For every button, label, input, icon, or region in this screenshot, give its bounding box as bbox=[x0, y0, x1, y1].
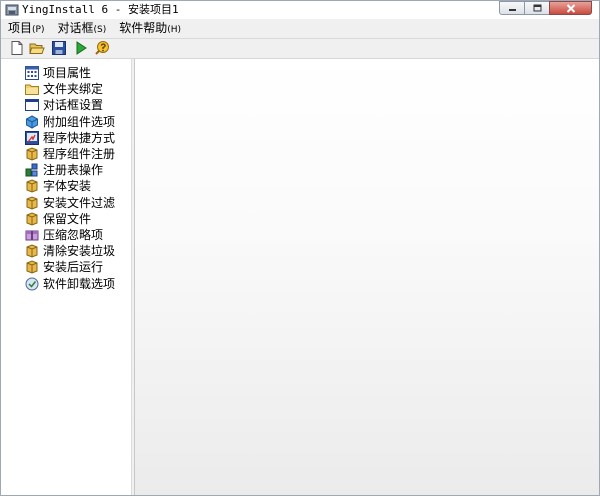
tree-item-compress-ignore[interactable]: 压缩忽略项 bbox=[25, 227, 131, 243]
tree-item-project-properties[interactable]: 项目属性 bbox=[25, 65, 131, 81]
tree-item-dialog-settings[interactable]: 对话框设置 bbox=[25, 97, 131, 113]
menu-project-accel: (P) bbox=[32, 24, 45, 35]
run-play-icon bbox=[76, 41, 87, 55]
tree-item-label: 文件夹绑定 bbox=[43, 82, 104, 97]
addon-component-icon bbox=[26, 115, 38, 129]
toolbar bbox=[1, 39, 599, 59]
minimize-button[interactable] bbox=[499, 1, 525, 15]
dialog-window-icon bbox=[25, 99, 39, 112]
close-button[interactable] bbox=[549, 1, 592, 15]
project-properties-icon bbox=[25, 66, 39, 81]
tree-item-label: 程序组件注册 bbox=[43, 147, 116, 162]
tree-item-keep-files[interactable]: 保留文件 bbox=[25, 211, 131, 227]
tree-item-label: 附加组件选项 bbox=[43, 114, 116, 129]
window-title: YingInstall 6 - 安装项目1 bbox=[22, 3, 179, 16]
tree-item-label: 安装后运行 bbox=[43, 260, 104, 275]
maximize-button[interactable] bbox=[524, 1, 550, 15]
menu-dialog[interactable]: 对话框(S) bbox=[50, 20, 112, 39]
new-button[interactable] bbox=[9, 40, 25, 56]
close-icon bbox=[566, 3, 575, 13]
tree-item-label: 程序快捷方式 bbox=[43, 130, 116, 145]
tree-item-label: 保留文件 bbox=[43, 211, 92, 226]
menu-help-label: 软件帮助 bbox=[119, 20, 168, 35]
tree-item-label: 软件卸载选项 bbox=[43, 276, 116, 291]
content-pane bbox=[134, 59, 599, 495]
open-button[interactable] bbox=[29, 40, 45, 56]
app-icon bbox=[5, 4, 19, 16]
tree-item-clean-junk[interactable]: 清除安装垃圾 bbox=[25, 243, 131, 259]
tree-item-label: 项目属性 bbox=[43, 66, 92, 81]
keep-file-icon bbox=[26, 212, 38, 226]
menu-help[interactable]: 软件帮助(H) bbox=[112, 20, 187, 39]
new-document-icon bbox=[11, 41, 23, 55]
shortcut-icon bbox=[25, 130, 39, 145]
compress-ignore-icon bbox=[25, 230, 39, 241]
application-window: YingInstall 6 - 安装项目1 项目(P) 对话框(S) 软件帮助(… bbox=[0, 0, 600, 496]
menu-dialog-accel: (S) bbox=[93, 24, 107, 35]
tree-item-label: 安装文件过滤 bbox=[43, 195, 116, 210]
font-install-icon bbox=[26, 179, 38, 193]
tree-item-registry[interactable]: 注册表操作 bbox=[25, 162, 131, 178]
maximize-icon bbox=[533, 4, 541, 12]
tree-item-file-filter[interactable]: 安装文件过滤 bbox=[25, 195, 131, 211]
tree-item-font-install[interactable]: 字体安装 bbox=[25, 178, 131, 194]
folder-icon bbox=[25, 84, 39, 96]
save-button[interactable] bbox=[51, 40, 67, 56]
tree-item-uninstall-options[interactable]: 软件卸载选项 bbox=[25, 275, 131, 291]
run-button[interactable] bbox=[73, 40, 89, 56]
open-folder-icon bbox=[29, 43, 45, 54]
menu-bar: 项目(P) 对话框(S) 软件帮助(H) bbox=[1, 20, 599, 39]
caption-buttons bbox=[499, 1, 592, 16]
help-icon bbox=[95, 41, 109, 55]
save-disk-icon bbox=[52, 41, 66, 55]
tree-item-component-register[interactable]: 程序组件注册 bbox=[25, 146, 131, 162]
clean-junk-icon bbox=[26, 244, 38, 258]
uninstall-options-icon bbox=[25, 277, 39, 291]
tree-item-label: 字体安装 bbox=[43, 179, 92, 194]
help-button[interactable] bbox=[94, 40, 110, 56]
menu-project-label: 项目 bbox=[8, 20, 33, 35]
tree-item-run-after-install[interactable]: 安装后运行 bbox=[25, 259, 131, 275]
tree-item-label: 对话框设置 bbox=[43, 98, 104, 113]
run-after-install-icon bbox=[26, 260, 38, 274]
tree-list: 项目属性 文件夹绑定 对话框设置 附加组件选项 程序快捷方式 程序组件注册 注册… bbox=[25, 65, 131, 292]
tree-item-label: 注册表操作 bbox=[43, 163, 104, 178]
minimize-icon bbox=[508, 9, 516, 11]
tree-item-folder-binding[interactable]: 文件夹绑定 bbox=[25, 81, 131, 97]
menu-project[interactable]: 项目(P) bbox=[1, 20, 50, 39]
tree-item-label: 清除安装垃圾 bbox=[43, 244, 116, 259]
project-tree[interactable]: 项目属性 文件夹绑定 对话框设置 附加组件选项 程序快捷方式 程序组件注册 注册… bbox=[1, 59, 132, 495]
registry-icon bbox=[25, 163, 38, 177]
menu-dialog-label: 对话框 bbox=[57, 20, 94, 35]
tree-item-shortcuts[interactable]: 程序快捷方式 bbox=[25, 130, 131, 146]
tree-item-label: 压缩忽略项 bbox=[43, 227, 104, 242]
file-filter-icon bbox=[26, 196, 38, 210]
component-register-icon bbox=[26, 147, 38, 161]
menu-help-accel: (H) bbox=[167, 24, 182, 35]
tree-item-addon-options[interactable]: 附加组件选项 bbox=[25, 114, 131, 130]
title-bar[interactable]: YingInstall 6 - 安装项目1 bbox=[1, 1, 599, 19]
